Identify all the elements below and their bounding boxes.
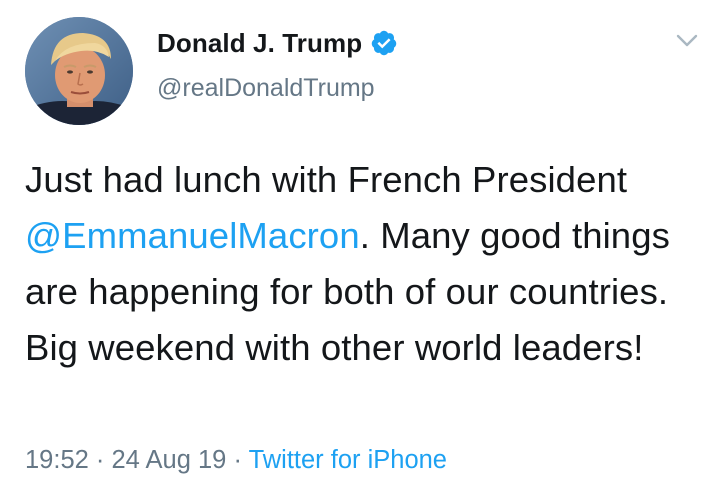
tweet-time[interactable]: 19:52 [25, 446, 89, 474]
tweet-date[interactable]: 24 Aug 19 [111, 446, 226, 474]
tweet-text: Just had lunch with French President @Em… [25, 152, 705, 376]
author-row: Donald J. Trump [157, 24, 398, 62]
meta-separator: · [226, 446, 249, 474]
meta-separator: · [88, 446, 112, 474]
tweet-text-part1: Just had lunch with French President [25, 159, 628, 200]
tweet-source-link[interactable]: Twitter for iPhone [249, 446, 447, 474]
display-name[interactable]: Donald J. Trump [157, 28, 362, 59]
tweet-card: Donald J. Trump @realDonaldTrump Just ha… [0, 0, 720, 503]
tweet-meta: 19:52 · 24 Aug 19 · Twitter for iPhone [25, 446, 447, 475]
chevron-down-icon[interactable] [676, 34, 698, 48]
mention-link[interactable]: @EmmanuelMacron [25, 215, 360, 256]
verified-badge-icon [370, 29, 398, 57]
user-handle[interactable]: @realDonaldTrump [157, 74, 375, 103]
avatar[interactable] [25, 17, 133, 125]
